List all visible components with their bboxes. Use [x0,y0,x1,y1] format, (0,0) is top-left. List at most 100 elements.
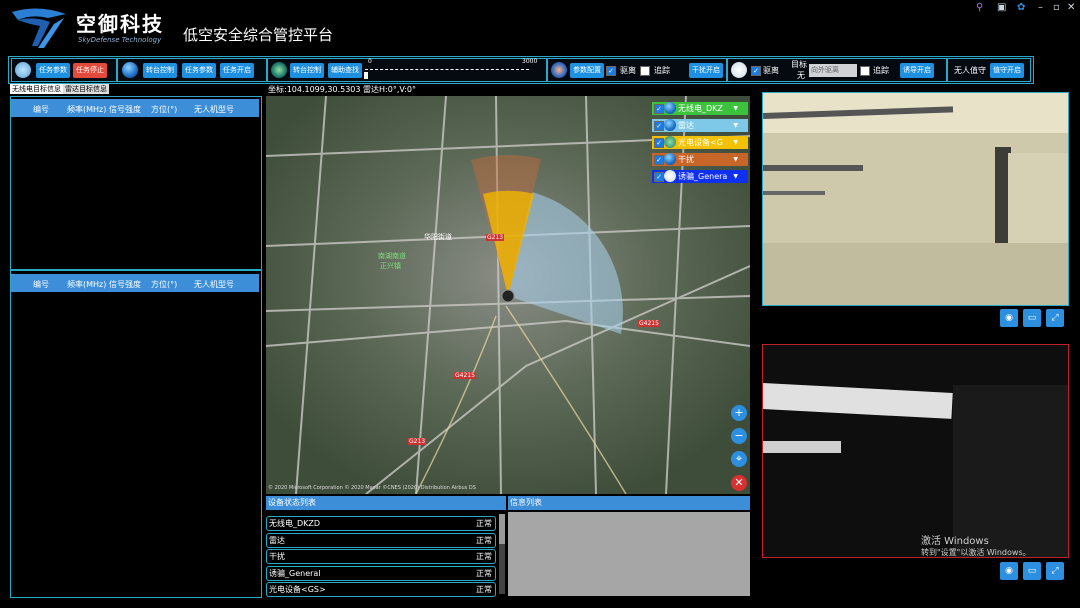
key-icon[interactable]: ⚲ [976,2,983,13]
locate-icon[interactable]: ⌖ [731,451,747,467]
direction-select[interactable]: 向外驱离 [809,64,857,77]
status-scrollbar[interactable] [499,514,505,594]
device-status-row[interactable]: 光电设备<GS> 正常 [266,582,496,597]
legend-checkbox[interactable]: ✓ [654,172,664,182]
message-list-title: 信息列表 [510,498,542,507]
jam-start-button[interactable]: 干扰开启 [689,63,723,78]
col-signal: 信号强度 [109,280,141,289]
zoom-slider-thumb[interactable] [364,72,368,79]
param-config-button[interactable]: 参数配置 [570,63,604,78]
video-feed-visible[interactable] [762,92,1069,306]
legend-item-radio[interactable]: ✓ 无线电_DKZ ▼ [652,102,748,115]
device-name: 无线电_DKZD [269,519,321,528]
col-uav-model: 无人机型号 [194,105,234,114]
device-status-row[interactable]: 雷达 正常 [266,533,496,548]
optical-turret-control-button[interactable]: 转台控制 [290,63,324,78]
spoof-icon [731,62,747,78]
legend-checkbox[interactable]: ✓ [654,155,664,165]
turret-control-button[interactable]: 转台控制 [143,63,177,78]
slider-max-label: 3000 [522,58,538,65]
tab-radar-targets[interactable]: 雷达目标信息 [63,84,109,94]
road-label: G4215 [638,320,660,327]
logo-chinese-text: 空御科技 [76,12,164,36]
legend-item-optical[interactable]: ✓ 光电设备<G ▼ [652,136,748,149]
scrollbar-thumb[interactable] [499,514,505,544]
maximize-icon[interactable]: ▫ [1053,2,1060,13]
message-list[interactable] [508,512,750,596]
radar-task-start-button[interactable]: 任务开启 [220,63,254,78]
radar-table-header: 编号 频率(MHz) 信号强度 方位(°) 无人机型号 [11,274,259,292]
fullscreen-icon[interactable]: ⤢ [1046,562,1064,580]
gear-icon[interactable]: ✿ [1017,2,1025,13]
record-icon[interactable]: ◉ [1000,309,1018,327]
zoom-slider[interactable] [365,69,529,72]
chevron-down-icon[interactable]: ▼ [733,119,738,132]
legend-checkbox[interactable]: ✓ [654,138,664,148]
device-status-row[interactable]: 无线电_DKZD 正常 [266,516,496,531]
logo-english-text: SkyDefense Technology [78,36,162,44]
radar-task-params-button[interactable]: 任务参数 [182,63,216,78]
target-label: 目标 [791,60,807,69]
map-copyright: © 2020 Microsoft Corporation © 2020 Maxa… [268,485,476,491]
chevron-down-icon[interactable]: ▼ [733,170,738,183]
camera-icon [664,136,676,148]
legend-label: 干扰 [678,155,694,164]
road-label: G4215 [454,372,476,379]
lure-start-button[interactable]: 诱导开启 [900,63,934,78]
device-name: 雷达 [269,536,285,545]
legend-item-spoof[interactable]: ✓ 诱骗_Genera ▼ [652,170,748,183]
thermal-frame [763,345,1068,557]
radar-icon [664,119,676,131]
device-name: 诱骗_General [269,569,321,578]
jammer-icon [664,153,676,165]
device-center-marker [501,289,515,303]
toolbar-group-jammer: 参数配置 ✓ 驱离 追踪 干扰开启 [547,58,727,82]
legend-item-radar[interactable]: ✓ 雷达 ▼ [652,119,748,132]
toolbar-group-guard: 无人值守 值守开启 [947,58,1031,82]
place-label: 南湖南道 [378,252,406,260]
guard-start-button[interactable]: 值守开启 [990,63,1024,78]
minimize-icon[interactable]: – [1038,2,1043,13]
spoof-icon [664,170,676,182]
tab-radio-targets[interactable]: 无线电目标信息 [10,84,63,94]
screen-icon[interactable]: ▣ [997,2,1006,13]
jam-drive-away-checkbox[interactable]: ✓ [606,66,616,76]
close-icon[interactable]: ✕ [1067,2,1075,13]
chevron-down-icon[interactable]: ▼ [733,102,738,115]
close-icon[interactable]: ✕ [731,475,747,491]
device-status-row[interactable]: 诱骗_General 正常 [266,566,496,581]
aux-search-button[interactable]: 辅助查找 [328,63,362,78]
legend-label: 无线电_DKZ [678,104,723,113]
camera-icon [271,62,287,78]
jam-track-checkbox[interactable] [640,66,650,76]
video-feed-thermal[interactable]: 激活 Windows 转到"设置"以激活 Windows。 [762,344,1069,558]
chevron-down-icon[interactable]: ▼ [733,136,738,149]
device-status: 正常 [476,552,492,561]
task-stop-button[interactable]: 任务停止 [73,63,107,78]
uav-guard-label: 无人值守 [954,66,986,75]
device-status-header: 设备状态列表 [266,496,506,510]
activation-watermark-subtitle: 转到"设置"以激活 Windows。 [921,548,1031,557]
slider-min-label: 0 [368,58,372,65]
road-label: G213 [486,234,505,241]
legend-checkbox[interactable]: ✓ [654,121,664,131]
zoom-out-icon[interactable]: − [731,428,747,444]
main-toolbar: 任务参数 任务停止 转台控制 任务参数 任务开启 转台控制 辅助查找 0 300… [8,56,1034,84]
record-icon[interactable]: ◉ [1000,562,1018,580]
legend-checkbox[interactable]: ✓ [654,104,664,114]
legend-item-jammer[interactable]: ✓ 干扰 ▼ [652,153,748,166]
fullscreen-icon[interactable]: ⤢ [1046,309,1064,327]
spoof-drive-away-label: 驱离 [763,66,779,75]
spoof-drive-away-checkbox[interactable]: ✓ [751,66,761,76]
screenshot-icon[interactable]: ▭ [1023,562,1041,580]
col-id: 编号 [33,280,49,289]
zoom-in-icon[interactable]: + [731,405,747,421]
message-list-header: 信息列表 [508,496,750,510]
chevron-down-icon[interactable]: ▼ [733,153,738,166]
device-status: 正常 [476,536,492,545]
device-status-row[interactable]: 干扰 正常 [266,549,496,564]
task-params-button[interactable]: 任务参数 [36,63,70,78]
radar-icon [122,62,138,78]
screenshot-icon[interactable]: ▭ [1023,309,1041,327]
spoof-track-checkbox[interactable] [860,66,870,76]
